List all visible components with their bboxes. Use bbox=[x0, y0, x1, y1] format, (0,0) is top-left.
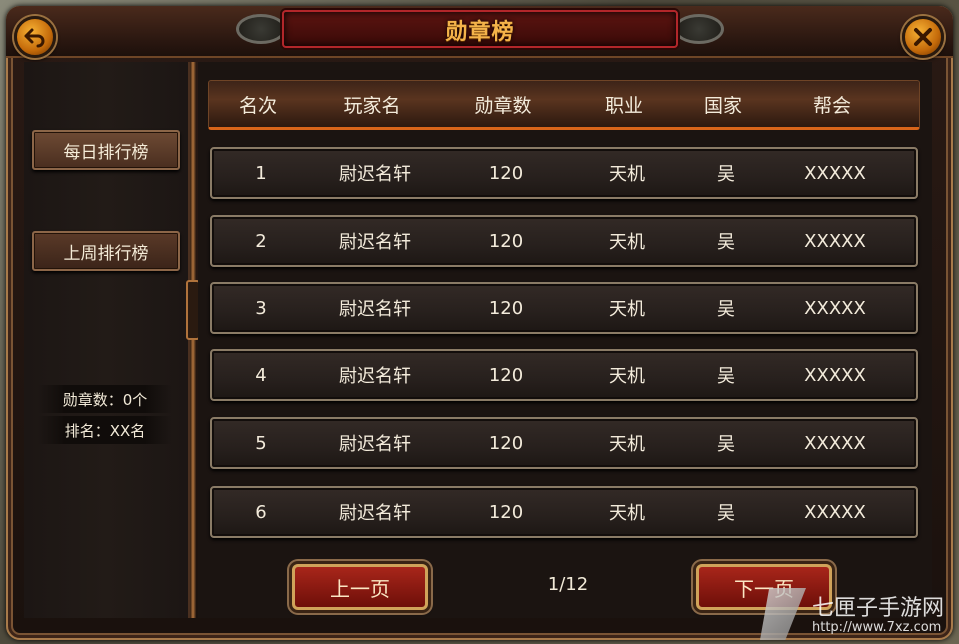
header-class: 职业 bbox=[604, 94, 643, 117]
rank-cell: 5 bbox=[255, 432, 267, 454]
table-row[interactable]: 5 尉迟名轩 120 天机 吴 XXXXX bbox=[210, 417, 918, 469]
nation-cell: 吴 bbox=[717, 164, 735, 185]
medal-count-cell: 120 bbox=[488, 364, 524, 386]
table-row[interactable]: 4 尉迟名轩 120 天机 吴 XXXXX bbox=[210, 349, 918, 401]
rank-cell: 3 bbox=[255, 297, 267, 319]
watermark-name: 七匣子手游网 bbox=[812, 596, 945, 621]
header-player-name: 玩家名 bbox=[343, 94, 401, 117]
player-name-cell: 尉迟名轩 bbox=[339, 232, 411, 253]
medal-count-cell: 120 bbox=[488, 230, 524, 252]
rank-text: 排名：XX名 bbox=[38, 416, 172, 444]
player-name-cell: 尉迟名轩 bbox=[339, 366, 411, 387]
guild-cell: XXXXX bbox=[804, 432, 866, 454]
header-rank: 名次 bbox=[238, 94, 277, 117]
rank-cell: 2 bbox=[255, 230, 267, 252]
header-guild: 帮会 bbox=[812, 94, 851, 117]
rank-cell: 1 bbox=[255, 162, 267, 184]
close-icon bbox=[914, 28, 932, 46]
medal-count-text: 勋章数：0个 bbox=[38, 385, 172, 413]
class-cell: 天机 bbox=[609, 503, 645, 524]
page-indicator: 1/12 bbox=[547, 574, 589, 595]
table-header: 名次 玩家名 勋章数 职业 国家 帮会 bbox=[208, 80, 920, 130]
player-name-cell: 尉迟名轩 bbox=[339, 164, 411, 185]
medal-count-cell: 120 bbox=[488, 297, 524, 319]
rank-cell: 4 bbox=[255, 364, 267, 386]
nation-cell: 吴 bbox=[717, 232, 735, 253]
nation-cell: 吴 bbox=[717, 503, 735, 524]
watermark: 七匣子手游网 http://www.7xz.com bbox=[760, 586, 956, 642]
class-cell: 天机 bbox=[609, 232, 645, 253]
player-name-cell: 尉迟名轩 bbox=[339, 434, 411, 455]
page-title: 勋章榜 bbox=[445, 20, 515, 45]
medal-count-cell: 120 bbox=[488, 162, 524, 184]
close-button[interactable] bbox=[902, 16, 944, 58]
medal-count-cell: 120 bbox=[488, 501, 524, 523]
sidebar-divider bbox=[190, 62, 196, 618]
guild-cell: XXXXX bbox=[804, 230, 866, 252]
class-cell: 天机 bbox=[609, 299, 645, 320]
class-cell: 天机 bbox=[609, 434, 645, 455]
player-name-cell: 尉迟名轩 bbox=[339, 299, 411, 320]
tab-last-week-ranking[interactable]: 上周排行榜 bbox=[32, 231, 180, 271]
back-arrow-icon bbox=[24, 28, 45, 48]
nation-cell: 吴 bbox=[717, 434, 735, 455]
left-scroll-ornament bbox=[236, 14, 286, 44]
nation-cell: 吴 bbox=[717, 366, 735, 387]
guild-cell: XXXXX bbox=[804, 162, 866, 184]
tab-daily-ranking[interactable]: 每日排行榜 bbox=[32, 130, 180, 170]
watermark-logo-icon bbox=[760, 588, 806, 640]
table-row[interactable]: 6 尉迟名轩 120 天机 吴 XXXXX bbox=[210, 486, 918, 538]
guild-cell: XXXXX bbox=[804, 364, 866, 386]
rank-cell: 6 bbox=[255, 501, 267, 523]
nation-cell: 吴 bbox=[717, 299, 735, 320]
right-scroll-ornament bbox=[674, 14, 724, 44]
guild-cell: XXXXX bbox=[804, 297, 866, 319]
back-button[interactable] bbox=[14, 16, 56, 58]
watermark-url: http://www.7xz.com bbox=[812, 620, 942, 635]
class-cell: 天机 bbox=[609, 164, 645, 185]
table-row[interactable]: 3 尉迟名轩 120 天机 吴 XXXXX bbox=[210, 282, 918, 334]
medal-count-cell: 120 bbox=[488, 432, 524, 454]
guild-cell: XXXXX bbox=[804, 501, 866, 523]
table-row[interactable]: 2 尉迟名轩 120 天机 吴 XXXXX bbox=[210, 215, 918, 267]
prev-page-button[interactable]: 上一页 bbox=[292, 564, 428, 610]
class-cell: 天机 bbox=[609, 366, 645, 387]
header-nation: 国家 bbox=[703, 94, 742, 117]
header-medal-count: 勋章数 bbox=[474, 94, 532, 117]
player-name-cell: 尉迟名轩 bbox=[339, 503, 411, 524]
table-row[interactable]: 1 尉迟名轩 120 天机 吴 XXXXX bbox=[210, 147, 918, 199]
